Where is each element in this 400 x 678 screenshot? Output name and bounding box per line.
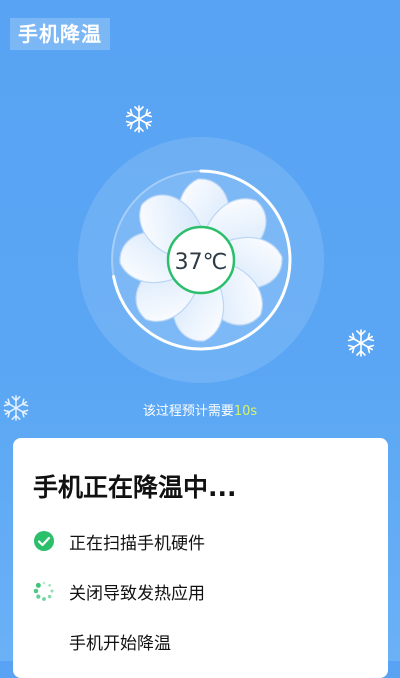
- card-title: 手机正在降温中...: [33, 473, 237, 502]
- spinner-dot: [50, 589, 54, 593]
- step-placeholder: [33, 630, 55, 652]
- app-title: 手机降温: [10, 18, 110, 50]
- check-circle-icon: [33, 530, 55, 552]
- estimate-seconds: 10s: [233, 404, 258, 419]
- cooling-status-card: 手机正在降温中... 正在扫描手机硬件 关闭导致发热应用 手机开始降温: [13, 438, 388, 678]
- step-label: 正在扫描手机硬件: [69, 533, 205, 554]
- estimate-prefix: 该过程预计需要: [142, 404, 234, 419]
- spinner-dot: [36, 594, 41, 599]
- cooling-fan: 37℃: [78, 137, 324, 383]
- snowflake-icon: [346, 328, 376, 358]
- step-item: 关闭导致发热应用: [33, 578, 205, 604]
- spinner-dot: [35, 582, 41, 588]
- estimate-text: 该过程预计需要10s: [0, 400, 400, 419]
- loading-spinner-icon: [33, 580, 55, 602]
- temperature-value: 37℃: [175, 250, 228, 275]
- spinner-dot: [47, 594, 52, 599]
- step-label: 关闭导致发热应用: [69, 583, 205, 604]
- step-item: 正在扫描手机硬件: [33, 528, 205, 554]
- spinner-dot: [48, 583, 52, 587]
- step-label: 手机开始降温: [69, 633, 171, 654]
- step-item: 手机开始降温: [33, 628, 171, 654]
- snowflake-icon: [124, 104, 154, 134]
- spinner-dot: [33, 588, 39, 594]
- spinner-dot: [42, 597, 46, 601]
- spinner-dot: [42, 581, 46, 585]
